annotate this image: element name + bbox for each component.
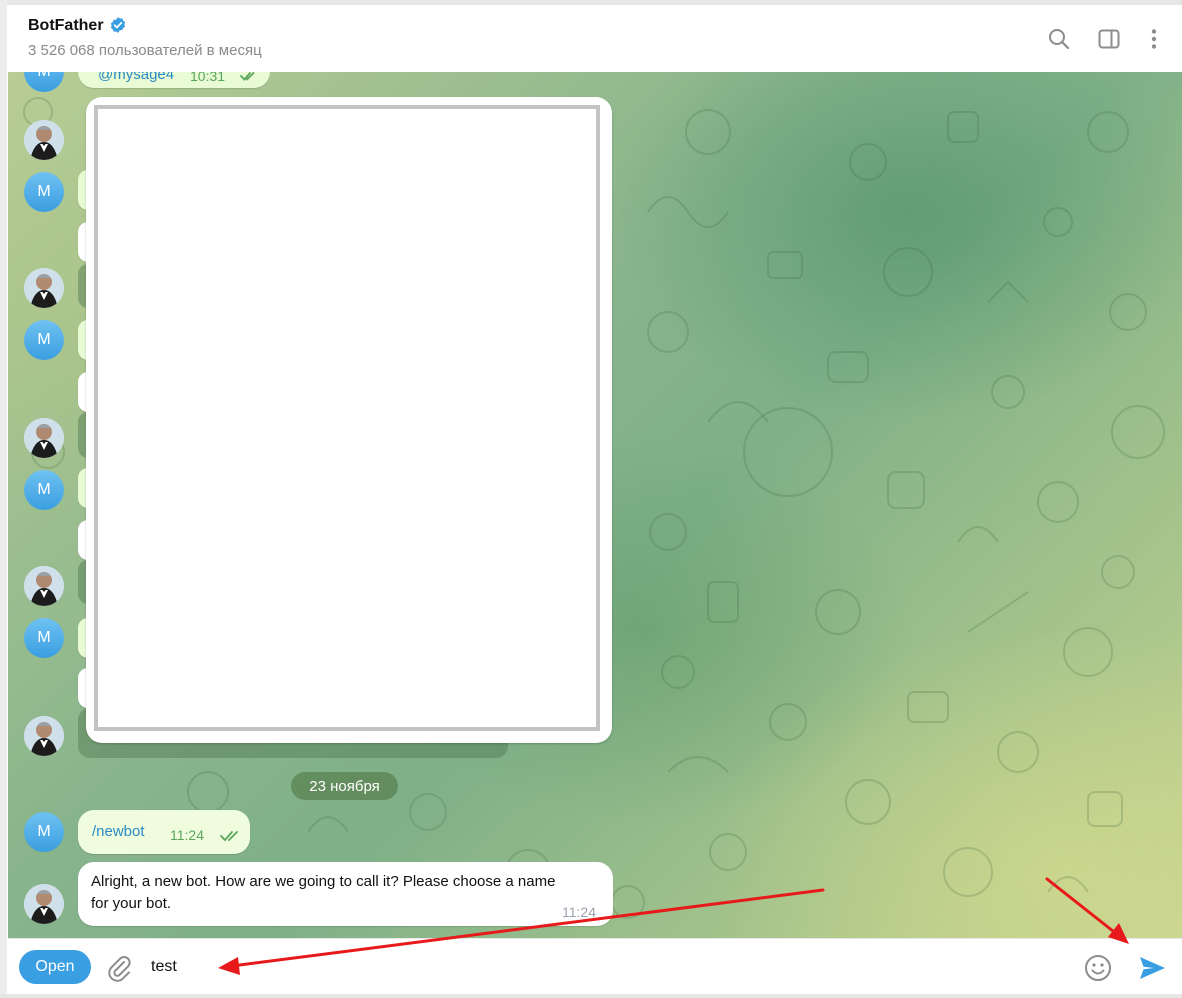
read-ticks-icon [240,72,255,81]
avatar[interactable] [24,884,64,924]
botfather-avatar-image [24,884,64,924]
avatar[interactable] [24,268,64,308]
avatar[interactable]: M [24,320,64,360]
more-menu-button[interactable] [1140,25,1168,53]
attach-icon[interactable] [104,953,134,983]
botfather-avatar-image [24,566,64,606]
message-time: 11:24 [170,827,204,843]
send-icon[interactable] [1136,952,1168,984]
message-time: 11:24 [562,904,596,920]
date-separator: 23 ноября [291,772,398,800]
botfather-avatar-image [24,120,64,160]
emoji-icon[interactable] [1082,952,1114,984]
avatar[interactable] [24,120,64,160]
verified-icon [110,17,126,33]
message-bubble-partial[interactable]: @mysage4 10:31 [78,72,270,88]
avatar[interactable]: M [24,812,64,852]
chat-title[interactable]: BotFather [28,17,104,35]
botfather-avatar-image [24,716,64,756]
partial-message-time: 10:31 [190,72,226,84]
sidebar-toggle-icon [1098,29,1120,49]
message-bubble-outgoing[interactable]: /newbot 11:24 [78,810,250,854]
read-ticks-icon [220,831,238,842]
avatar[interactable] [24,716,64,756]
chat-subtitle: 3 526 068 пользователей в месяц [28,42,262,59]
more-vertical-icon [1151,29,1157,49]
window-bottom-edge [0,994,1182,998]
avatar[interactable] [24,566,64,606]
image-content[interactable] [94,105,600,731]
partial-message-text: @mysage4 [98,72,175,83]
search-icon [1049,29,1070,50]
image-message[interactable] [86,97,612,743]
avatar[interactable] [24,418,64,458]
open-webapp-button[interactable]: Open [19,950,91,984]
chat-header[interactable]: BotFather 3 526 068 пользователей в меся… [8,5,1182,73]
botfather-avatar-image [24,418,64,458]
command-link[interactable]: /newbot [92,821,145,843]
botfather-avatar-image [24,268,64,308]
sidebar-toggle-button[interactable] [1095,25,1123,53]
avatar[interactable]: M [24,618,64,658]
message-input[interactable] [151,953,1051,981]
message-text: Alright, a new bot. How are we going to … [91,873,556,912]
avatar[interactable]: M [24,172,64,212]
avatar[interactable]: M [24,470,64,510]
window-left-edge [0,0,7,998]
chat-messages-area[interactable]: @mysage4 10:31 M M M M 23 ноября M /newb… [8,72,1182,938]
message-composer[interactable]: Open [8,938,1182,995]
search-button[interactable] [1045,25,1073,53]
message-bubble-incoming[interactable]: Alright, a new bot. How are we going to … [78,862,613,926]
